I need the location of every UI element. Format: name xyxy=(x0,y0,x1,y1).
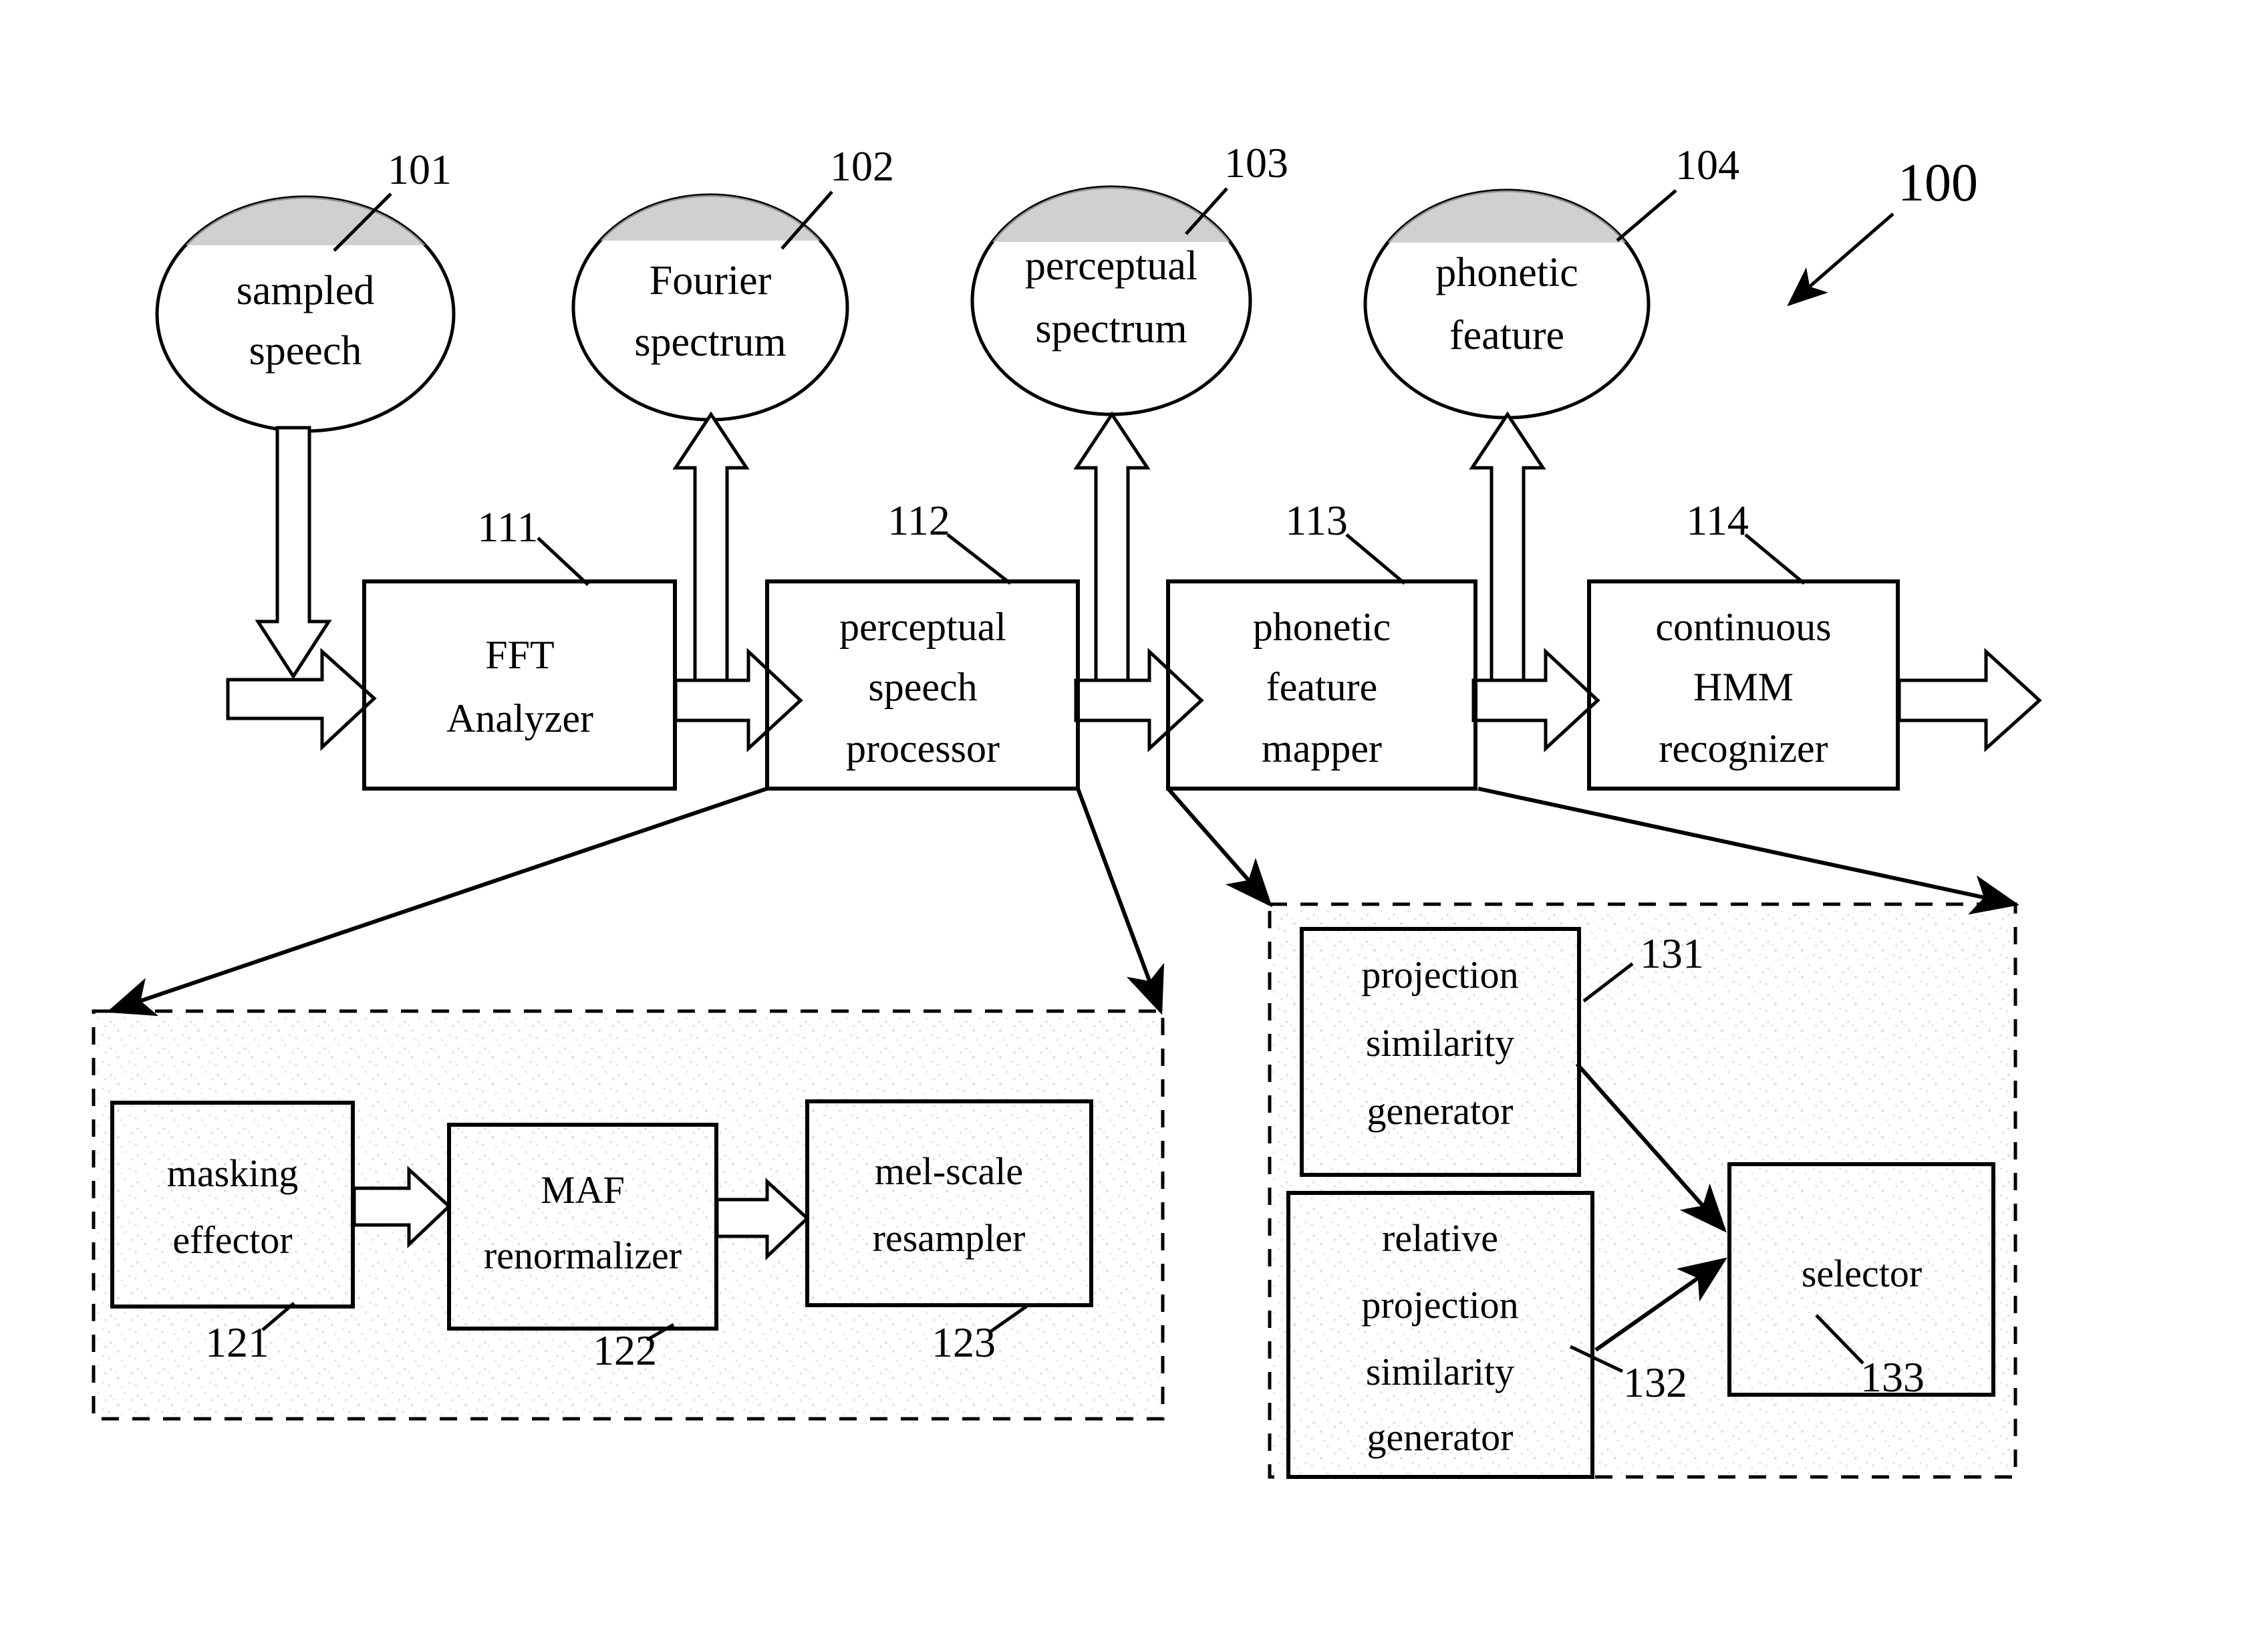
box-131-line1: projection xyxy=(1361,953,1518,996)
box-111-shape[interactable] xyxy=(362,579,677,791)
ref-132-label: 132 xyxy=(1623,1359,1687,1406)
ref-133-label: 133 xyxy=(1860,1353,1925,1401)
connector-113-to-right-group-left xyxy=(1166,787,1272,908)
ref-122-label: 122 xyxy=(593,1327,657,1374)
box-132-line1: relative xyxy=(1382,1216,1498,1260)
box-122-line1: MAF xyxy=(541,1168,625,1212)
box-121-line2: effector xyxy=(172,1218,292,1262)
box-132-line4: generator xyxy=(1367,1415,1514,1459)
box-114-line1: continuous xyxy=(1655,605,1831,649)
box-112-line2: speech xyxy=(868,665,977,709)
box-112-line1: perceptual xyxy=(839,605,1006,649)
box-114-line2: HMM xyxy=(1693,665,1794,709)
data-node-phonetic-feature: phonetic feature 104 xyxy=(1363,141,1739,420)
ref-112-label: 112 xyxy=(887,497,950,544)
arrow-system-output xyxy=(1897,648,2042,753)
ellipse-104-line1: phonetic xyxy=(1435,250,1578,295)
ref-103-label: 103 xyxy=(1224,139,1288,186)
ellipse-103-line2: spectrum xyxy=(1035,306,1187,352)
ellipse-103-shading xyxy=(972,187,1250,242)
arrow-sampled-speech-down xyxy=(255,426,332,680)
ellipse-103-line1: perceptual xyxy=(1025,243,1197,289)
ellipse-102-shading xyxy=(573,195,847,241)
box-114-line3: recognizer xyxy=(1659,726,1828,771)
ref-102-label: 102 xyxy=(830,142,894,190)
ellipse-104-shading xyxy=(1365,190,1649,243)
patent-figure-page: 100 sampled speech 101 Fourier spectrum xyxy=(0,0,2268,1640)
box-111-line1: FFT xyxy=(485,633,554,677)
box-122-line2: renormalizer xyxy=(484,1234,682,1277)
connector-114-to-right-group-right xyxy=(1477,787,2019,915)
ellipse-102-line2: spectrum xyxy=(634,319,786,365)
pipeline-block-continuous-hmm-recognizer[interactable]: continuous HMM recognizer 114 xyxy=(1587,497,1900,791)
box-112-line3: processor xyxy=(846,726,1000,771)
pipeline-block-phonetic-feature-mapper[interactable]: phonetic feature mapper 113 xyxy=(1166,497,1477,791)
block-diagram-figure: 100 sampled speech 101 Fourier spectrum xyxy=(92,139,2042,1479)
ellipse-102-line1: Fourier xyxy=(650,258,772,303)
box-121-line1: masking xyxy=(167,1151,299,1195)
box-113-line1: phonetic xyxy=(1253,605,1391,649)
figure-ref-100: 100 xyxy=(1787,154,1978,307)
mapper-detail-group: projection similarity generator 131 rela… xyxy=(1268,902,2017,1479)
arrow-fourier-spectrum-up xyxy=(672,411,750,694)
box-132-line3: similarity xyxy=(1366,1350,1514,1393)
box-131-line2: similarity xyxy=(1366,1021,1514,1065)
ref-131-label: 131 xyxy=(1640,930,1704,977)
pipeline-block-perceptual-speech-processor[interactable]: perceptual speech processor 112 xyxy=(765,497,1080,791)
ellipse-101-line1: sampled xyxy=(237,268,375,313)
connector-112-to-left-group-left xyxy=(106,787,768,1016)
ref-113-label: 113 xyxy=(1285,497,1348,544)
box-132-line2: projection xyxy=(1361,1283,1518,1327)
ellipse-104-line2: feature xyxy=(1449,313,1564,358)
perceptual-detail-group: masking effector 121 MAF renormalizer 12… xyxy=(92,1009,1165,1421)
box-123-line2: resampler xyxy=(873,1216,1026,1260)
data-node-perceptual-spectrum: perceptual spectrum 103 xyxy=(970,139,1288,416)
ref-104-label: 104 xyxy=(1675,141,1739,188)
ref-123-label: 123 xyxy=(932,1319,996,1366)
ref-121-label: 121 xyxy=(205,1319,269,1366)
connector-112-to-left-group-right xyxy=(1076,787,1165,1015)
ref-114-label: 114 xyxy=(1686,497,1749,544)
arrow-phonetic-feature-up xyxy=(1469,411,1546,694)
arrow-perceptual-spectrum-up xyxy=(1073,411,1151,694)
ref-111-label: 111 xyxy=(477,503,538,551)
box-113-line3: mapper xyxy=(1262,726,1382,771)
box-133-line1: selector xyxy=(1802,1252,1922,1295)
ref-101-label: 101 xyxy=(388,146,452,193)
data-node-sampled-speech: sampled speech 101 xyxy=(155,146,456,433)
box-123-line1: mel-scale xyxy=(875,1149,1023,1193)
ellipse-101-line2: speech xyxy=(249,328,362,374)
box-131-line3: generator xyxy=(1367,1089,1514,1133)
ellipse-101-shading xyxy=(157,197,454,245)
box-113-line2: feature xyxy=(1266,665,1378,709)
pipeline-block-fft-analyzer[interactable]: FFT Analyzer 111 xyxy=(362,503,677,791)
box-111-line2: Analyzer xyxy=(446,696,593,740)
figure-ref-100-label: 100 xyxy=(1898,154,1978,213)
data-node-fourier-spectrum: Fourier spectrum 102 xyxy=(571,142,894,422)
